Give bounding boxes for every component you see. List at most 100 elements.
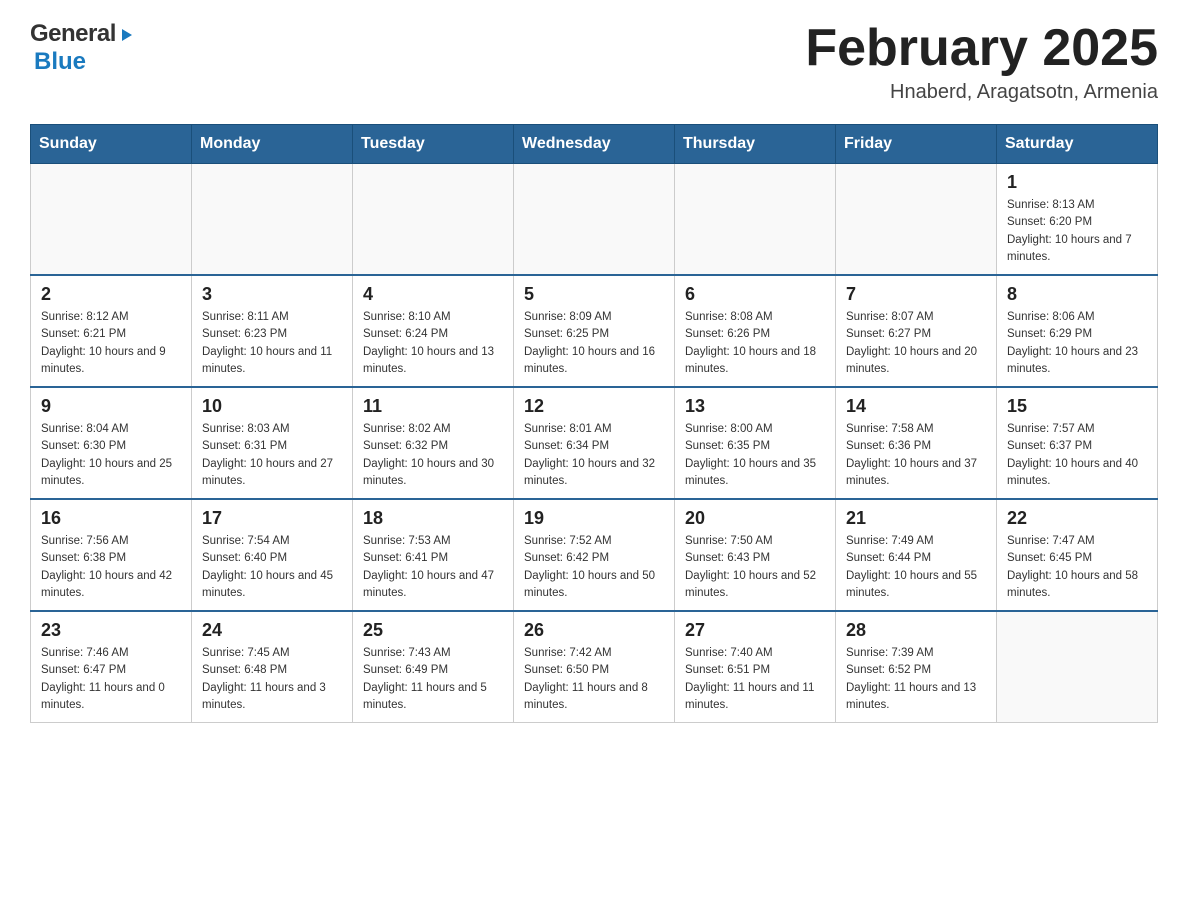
- day-info: Sunrise: 7:52 AMSunset: 6:42 PMDaylight:…: [524, 533, 664, 602]
- table-row: 10 Sunrise: 8:03 AMSunset: 6:31 PMDayligh…: [192, 387, 353, 499]
- day-number: 27: [685, 620, 825, 641]
- day-info: Sunrise: 7:47 AMSunset: 6:45 PMDaylight:…: [1007, 533, 1147, 602]
- table-row: 9 Sunrise: 8:04 AMSunset: 6:30 PMDaylight…: [31, 387, 192, 499]
- table-row: 11 Sunrise: 8:02 AMSunset: 6:32 PMDayligh…: [353, 387, 514, 499]
- day-info: Sunrise: 8:11 AMSunset: 6:23 PMDaylight:…: [202, 309, 342, 378]
- day-number: 3: [202, 284, 342, 305]
- day-info: Sunrise: 7:42 AMSunset: 6:50 PMDaylight:…: [524, 645, 664, 714]
- table-row: [353, 164, 514, 276]
- day-number: 19: [524, 508, 664, 529]
- day-info: Sunrise: 8:09 AMSunset: 6:25 PMDaylight:…: [524, 309, 664, 378]
- day-info: Sunrise: 8:12 AMSunset: 6:21 PMDaylight:…: [41, 309, 181, 378]
- month-title: February 2025: [805, 20, 1158, 77]
- table-row: [997, 611, 1158, 723]
- col-wednesday: Wednesday: [514, 125, 675, 164]
- day-info: Sunrise: 8:04 AMSunset: 6:30 PMDaylight:…: [41, 421, 181, 490]
- table-row: 16Sunrise: 7:56 AMSunset: 6:38 PMDayligh…: [31, 499, 192, 611]
- table-row: 14 Sunrise: 7:58 AMSunset: 6:36 PMDayligh…: [836, 387, 997, 499]
- table-row: 7 Sunrise: 8:07 AMSunset: 6:27 PMDaylight…: [836, 275, 997, 387]
- day-info: Sunrise: 8:07 AMSunset: 6:27 PMDaylight:…: [846, 309, 986, 378]
- day-info: Sunrise: 7:46 AMSunset: 6:47 PMDaylight:…: [41, 645, 181, 714]
- table-row: [514, 164, 675, 276]
- table-row: 22 Sunrise: 7:47 AMSunset: 6:45 PMDayligh…: [997, 499, 1158, 611]
- title-block: February 2025 Hnaberd, Aragatsotn, Armen…: [805, 20, 1158, 104]
- day-number: 5: [524, 284, 664, 305]
- day-info: Sunrise: 7:54 AMSunset: 6:40 PMDaylight:…: [202, 533, 342, 602]
- day-number: 17: [202, 508, 342, 529]
- day-info: Sunrise: 7:58 AMSunset: 6:36 PMDaylight:…: [846, 421, 986, 490]
- day-info: Sunrise: 8:00 AMSunset: 6:35 PMDaylight:…: [685, 421, 825, 490]
- table-row: [192, 164, 353, 276]
- table-row: 6 Sunrise: 8:08 AMSunset: 6:26 PMDaylight…: [675, 275, 836, 387]
- calendar-week-row: 9 Sunrise: 8:04 AMSunset: 6:30 PMDaylight…: [31, 387, 1158, 499]
- day-number: 25: [363, 620, 503, 641]
- table-row: 24Sunrise: 7:45 AMSunset: 6:48 PMDayligh…: [192, 611, 353, 723]
- day-number: 2: [41, 284, 181, 305]
- table-row: 19 Sunrise: 7:52 AMSunset: 6:42 PMDayligh…: [514, 499, 675, 611]
- day-number: 23: [41, 620, 181, 641]
- logo-arrow-icon: [118, 26, 136, 44]
- col-thursday: Thursday: [675, 125, 836, 164]
- calendar-week-row: 1Sunrise: 8:13 AMSunset: 6:20 PMDaylight…: [31, 164, 1158, 276]
- calendar-week-row: 23 Sunrise: 7:46 AMSunset: 6:47 PMDayligh…: [31, 611, 1158, 723]
- table-row: 15 Sunrise: 7:57 AMSunset: 6:37 PMDayligh…: [997, 387, 1158, 499]
- day-info: Sunrise: 7:40 AMSunset: 6:51 PMDaylight:…: [685, 645, 825, 714]
- day-number: 8: [1007, 284, 1147, 305]
- table-row: 3 Sunrise: 8:11 AMSunset: 6:23 PMDaylight…: [192, 275, 353, 387]
- table-row: 12 Sunrise: 8:01 AMSunset: 6:34 PMDayligh…: [514, 387, 675, 499]
- logo-general-text: General: [30, 20, 116, 48]
- day-number: 13: [685, 396, 825, 417]
- col-monday: Monday: [192, 125, 353, 164]
- day-number: 14: [846, 396, 986, 417]
- calendar-table: Sunday Monday Tuesday Wednesday Thursday…: [30, 124, 1158, 723]
- logo: General Blue: [30, 20, 136, 76]
- table-row: 25Sunrise: 7:43 AMSunset: 6:49 PMDayligh…: [353, 611, 514, 723]
- day-info: Sunrise: 8:06 AMSunset: 6:29 PMDaylight:…: [1007, 309, 1147, 378]
- day-info: Sunrise: 7:39 AMSunset: 6:52 PMDaylight:…: [846, 645, 986, 714]
- col-tuesday: Tuesday: [353, 125, 514, 164]
- table-row: 5 Sunrise: 8:09 AMSunset: 6:25 PMDaylight…: [514, 275, 675, 387]
- col-friday: Friday: [836, 125, 997, 164]
- day-number: 24: [202, 620, 342, 641]
- day-info: Sunrise: 8:03 AMSunset: 6:31 PMDaylight:…: [202, 421, 342, 490]
- table-row: [31, 164, 192, 276]
- day-number: 18: [363, 508, 503, 529]
- table-row: 1Sunrise: 8:13 AMSunset: 6:20 PMDaylight…: [997, 164, 1158, 276]
- table-row: 27 Sunrise: 7:40 AMSunset: 6:51 PMDayligh…: [675, 611, 836, 723]
- day-info: Sunrise: 8:01 AMSunset: 6:34 PMDaylight:…: [524, 421, 664, 490]
- day-number: 4: [363, 284, 503, 305]
- day-info: Sunrise: 7:50 AMSunset: 6:43 PMDaylight:…: [685, 533, 825, 602]
- calendar-week-row: 16Sunrise: 7:56 AMSunset: 6:38 PMDayligh…: [31, 499, 1158, 611]
- day-number: 21: [846, 508, 986, 529]
- day-info: Sunrise: 7:57 AMSunset: 6:37 PMDaylight:…: [1007, 421, 1147, 490]
- col-saturday: Saturday: [997, 125, 1158, 164]
- day-number: 11: [363, 396, 503, 417]
- day-number: 6: [685, 284, 825, 305]
- logo-blue-text: Blue: [34, 48, 86, 76]
- day-number: 1: [1007, 172, 1147, 193]
- day-info: Sunrise: 8:02 AMSunset: 6:32 PMDaylight:…: [363, 421, 503, 490]
- day-number: 7: [846, 284, 986, 305]
- day-number: 10: [202, 396, 342, 417]
- table-row: 8 Sunrise: 8:06 AMSunset: 6:29 PMDaylight…: [997, 275, 1158, 387]
- day-number: 22: [1007, 508, 1147, 529]
- table-row: [836, 164, 997, 276]
- day-info: Sunrise: 7:49 AMSunset: 6:44 PMDaylight:…: [846, 533, 986, 602]
- day-info: Sunrise: 8:08 AMSunset: 6:26 PMDaylight:…: [685, 309, 825, 378]
- day-number: 28: [846, 620, 986, 641]
- col-sunday: Sunday: [31, 125, 192, 164]
- table-row: 20Sunrise: 7:50 AMSunset: 6:43 PMDayligh…: [675, 499, 836, 611]
- day-number: 12: [524, 396, 664, 417]
- table-row: 28 Sunrise: 7:39 AMSunset: 6:52 PMDayligh…: [836, 611, 997, 723]
- table-row: 13 Sunrise: 8:00 AMSunset: 6:35 PMDayligh…: [675, 387, 836, 499]
- table-row: 4 Sunrise: 8:10 AMSunset: 6:24 PMDaylight…: [353, 275, 514, 387]
- table-row: 21 Sunrise: 7:49 AMSunset: 6:44 PMDayligh…: [836, 499, 997, 611]
- table-row: 23 Sunrise: 7:46 AMSunset: 6:47 PMDayligh…: [31, 611, 192, 723]
- table-row: 18Sunrise: 7:53 AMSunset: 6:41 PMDayligh…: [353, 499, 514, 611]
- day-info: Sunrise: 8:10 AMSunset: 6:24 PMDaylight:…: [363, 309, 503, 378]
- day-number: 15: [1007, 396, 1147, 417]
- day-info: Sunrise: 7:56 AMSunset: 6:38 PMDaylight:…: [41, 533, 181, 602]
- day-number: 9: [41, 396, 181, 417]
- calendar-header-row: Sunday Monday Tuesday Wednesday Thursday…: [31, 125, 1158, 164]
- table-row: 26Sunrise: 7:42 AMSunset: 6:50 PMDayligh…: [514, 611, 675, 723]
